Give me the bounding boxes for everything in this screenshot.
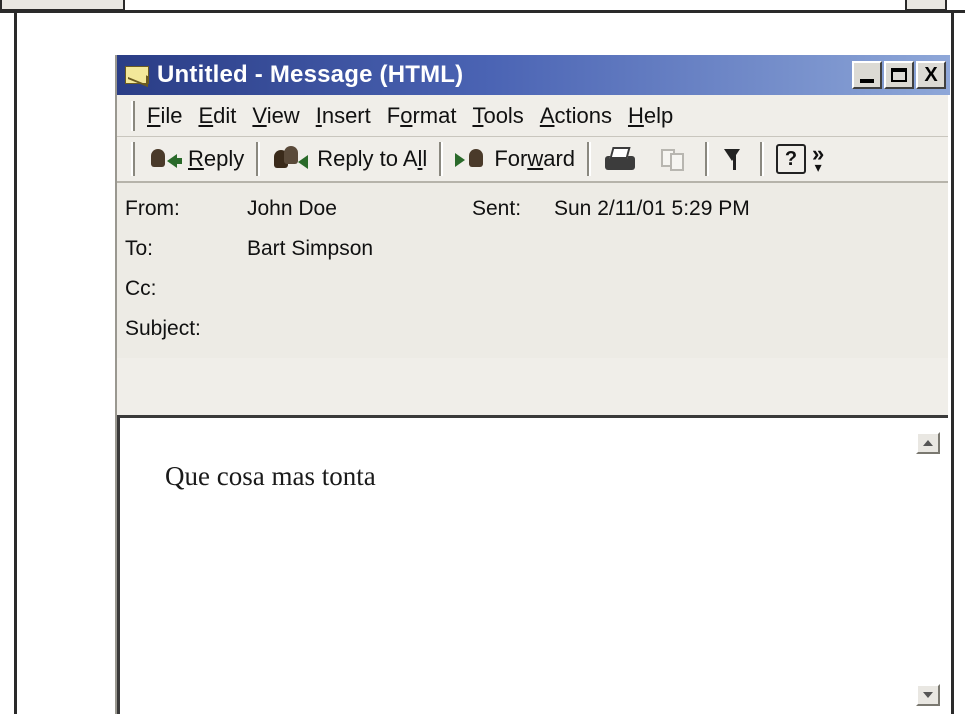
message-body[interactable]: Que cosa mas tonta xyxy=(117,415,948,714)
copy-button[interactable] xyxy=(650,141,701,177)
forward-button[interactable]: Forward xyxy=(447,141,583,177)
toolbar: Reply Reply to All Forward ? » ▾ xyxy=(117,137,948,183)
chevron-down-icon: ▾ xyxy=(814,159,822,175)
toolbar-separator xyxy=(705,142,709,176)
close-icon: X xyxy=(924,63,938,86)
flag-icon xyxy=(721,146,743,172)
toolbar-separator xyxy=(439,142,444,176)
menu-bar: File Edit View Insert Format Tools Actio… xyxy=(117,95,948,137)
reply-label: Reply xyxy=(188,146,245,171)
sent-label: Sent: xyxy=(472,197,522,220)
menu-grip-handle[interactable] xyxy=(131,100,135,131)
sent-value: Sun 2/11/01 5:29 PM xyxy=(554,197,750,220)
subject-label: Subject: xyxy=(125,317,201,340)
reply-all-button[interactable]: Reply to All xyxy=(264,141,435,177)
menu-edit[interactable]: Edit xyxy=(198,103,236,129)
scroll-up-icon xyxy=(923,440,933,446)
cc-label: Cc: xyxy=(125,277,157,300)
copy-icon xyxy=(658,146,688,172)
menu-file[interactable]: File xyxy=(147,103,182,129)
menu-insert[interactable]: Insert xyxy=(316,103,371,129)
help-icon: ? xyxy=(784,147,798,170)
maximize-icon xyxy=(891,68,907,82)
message-body-text[interactable]: Que cosa mas tonta xyxy=(165,461,376,492)
menu-view[interactable]: View xyxy=(252,103,299,129)
menu-format[interactable]: Format xyxy=(387,103,457,129)
toolbar-grip-handle[interactable] xyxy=(131,142,135,176)
minimize-button[interactable] xyxy=(852,61,882,89)
envelope-icon xyxy=(125,66,149,84)
scroll-down-button[interactable] xyxy=(916,684,940,706)
menu-tools[interactable]: Tools xyxy=(472,103,523,129)
message-window: Untitled - Message (HTML) X File Edit Vi… xyxy=(115,55,950,714)
scroll-up-button[interactable] xyxy=(916,432,940,454)
from-label: From: xyxy=(125,197,180,220)
reply-all-label: Reply to All xyxy=(317,146,428,171)
help-button[interactable]: ? xyxy=(776,144,806,174)
from-value[interactable]: John Doe xyxy=(247,197,337,221)
scroll-down-icon xyxy=(923,692,933,698)
print-icon xyxy=(603,146,637,172)
flag-button[interactable] xyxy=(713,141,756,177)
title-bar[interactable]: Untitled - Message (HTML) X xyxy=(117,55,950,95)
reply-all-icon xyxy=(272,146,312,172)
toolbar-more-button[interactable]: » ▾ xyxy=(812,143,824,175)
menu-actions[interactable]: Actions xyxy=(540,103,612,129)
toolbar-separator xyxy=(760,142,764,176)
reply-button[interactable]: Reply xyxy=(141,141,252,177)
window-controls: X xyxy=(852,61,946,89)
minimize-icon xyxy=(860,79,874,83)
parent-right-border xyxy=(951,12,954,714)
to-value[interactable]: Bart Simpson xyxy=(247,237,373,261)
parent-left-border xyxy=(14,12,17,714)
print-button[interactable] xyxy=(595,141,650,177)
toolbar-separator xyxy=(256,142,261,176)
window-title: Untitled - Message (HTML) xyxy=(157,61,464,88)
maximize-button[interactable] xyxy=(884,61,914,89)
toolbar-separator xyxy=(587,142,591,176)
close-button[interactable]: X xyxy=(916,61,946,89)
forward-label: Forward xyxy=(494,146,575,171)
reply-icon xyxy=(149,147,183,171)
forward-icon xyxy=(455,147,489,171)
menu-help[interactable]: Help xyxy=(628,103,673,129)
parent-top-border xyxy=(0,10,965,13)
to-label: To: xyxy=(125,237,154,260)
message-header: From: John Doe Sent: Sun 2/11/01 5:29 PM… xyxy=(117,183,948,358)
